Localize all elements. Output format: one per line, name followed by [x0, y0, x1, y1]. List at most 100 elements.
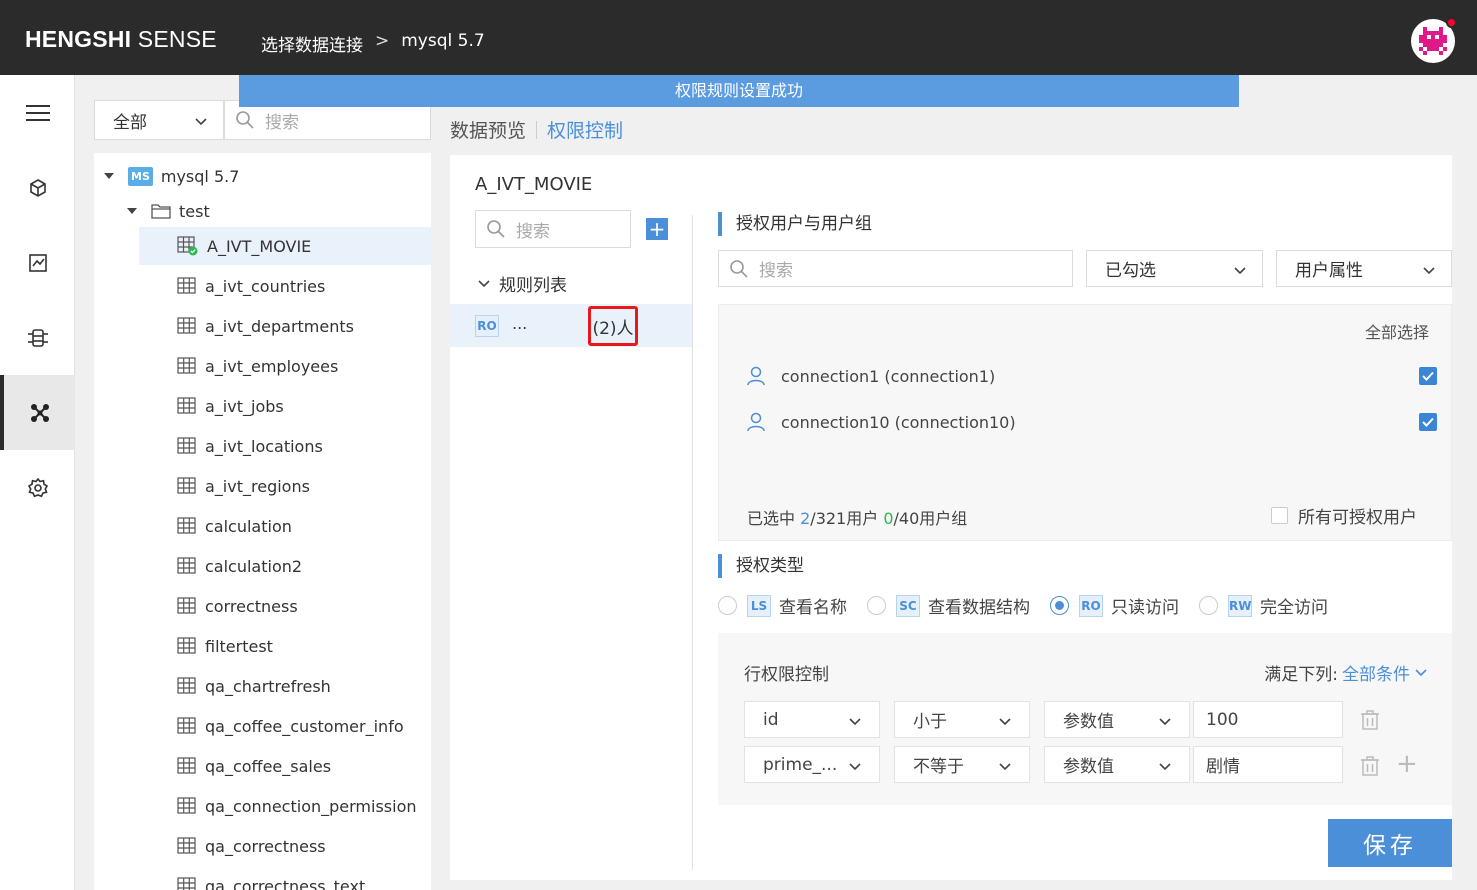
table-icon [177, 357, 197, 375]
condition-value-type-select[interactable]: 参数值 [1044, 701, 1190, 738]
tree-node-table[interactable]: qa_coffee_customer_info [177, 707, 404, 745]
tree-node-table[interactable]: qa_chartrefresh [177, 667, 331, 705]
tree-node-table[interactable]: a_ivt_employees [177, 347, 338, 385]
tree-node-table[interactable]: calculation [177, 507, 292, 545]
trash-icon[interactable] [1359, 709, 1381, 731]
type-label: 查看数据结构 [928, 598, 1030, 618]
type-option-ro[interactable]: RO 只读访问 [1050, 593, 1179, 618]
radio-button[interactable] [1199, 596, 1218, 615]
left-rail [0, 75, 75, 890]
tree-node-table-selected[interactable]: A_IVT_MOVIE [139, 227, 431, 265]
add-condition-plus-icon[interactable]: + [1396, 751, 1418, 777]
table-title: A_IVT_MOVIE [475, 174, 593, 195]
rail-menu[interactable] [0, 75, 75, 150]
tree-node-table[interactable]: a_ivt_regions [177, 467, 310, 505]
rule-list-header[interactable]: 规则列表 [477, 271, 567, 296]
type-option-ls[interactable]: LS 查看名称 [718, 593, 847, 618]
type-option-rw[interactable]: RW 完全访问 [1199, 593, 1328, 618]
condition-mode-select[interactable]: 满足下列: 全部条件 [1264, 660, 1428, 685]
condition-field-select[interactable]: id [744, 701, 880, 738]
save-button[interactable]: 保存 [1328, 819, 1452, 867]
radio-button-selected[interactable] [1050, 596, 1069, 615]
tab-permission-control[interactable]: 权限控制 [547, 116, 623, 143]
rail-datasets[interactable] [0, 300, 75, 375]
rail-connections[interactable] [0, 375, 75, 450]
chevron-down-icon [1159, 718, 1171, 726]
user-checkbox-checked[interactable] [1419, 413, 1437, 431]
table-icon [177, 317, 197, 335]
condition-operator-select[interactable]: 不等于 [894, 746, 1030, 783]
tree-node-table[interactable]: a_ivt_departments [177, 307, 354, 345]
avatar[interactable] [1411, 17, 1457, 63]
condition-field-select[interactable]: prime_... [744, 746, 880, 783]
scope-filter-value: 全部 [113, 112, 147, 133]
tab-data-preview[interactable]: 数据预览 [450, 116, 526, 143]
trash-icon[interactable] [1359, 755, 1381, 777]
checked-filter-select[interactable]: 已勾选 [1086, 250, 1263, 287]
tree-node-connection[interactable]: MS mysql 5.7 [104, 157, 239, 195]
select-all-link[interactable]: 全部选择 [1365, 319, 1429, 343]
all-authorizable-users-option[interactable]: 所有可授权用户 [1271, 503, 1417, 528]
type-option-sc[interactable]: SC 查看数据结构 [867, 593, 1030, 618]
tree-node-table[interactable]: qa_coffee_sales [177, 747, 331, 785]
user-row[interactable]: connection1 (connection1) [747, 362, 1437, 390]
tree-node-table[interactable]: a_ivt_jobs [177, 387, 284, 425]
radio-button[interactable] [718, 596, 737, 615]
user-search-placeholder: 搜索 [759, 261, 793, 281]
tree-node-table[interactable]: calculation2 [177, 547, 302, 585]
rule-search-placeholder: 搜索 [516, 221, 550, 242]
type-badge: SC [896, 594, 920, 617]
tree-node-table[interactable]: qa_connection_permission [177, 787, 417, 825]
type-label: 查看名称 [779, 598, 847, 618]
user-row[interactable]: connection10 (connection10) [747, 408, 1437, 436]
connection-label: mysql 5.7 [160, 166, 240, 186]
rule-search-input[interactable]: 搜索 [475, 210, 631, 248]
tree-node-table[interactable]: a_ivt_locations [177, 427, 323, 465]
user-attribute-select[interactable]: 用户属性 [1276, 250, 1452, 287]
user-search-input[interactable]: 搜索 [718, 250, 1073, 287]
condition-operator-select[interactable]: 小于 [894, 701, 1030, 738]
chevron-down-icon [1234, 267, 1246, 275]
breadcrumb-item-select-connection[interactable]: 选择数据连接 [261, 31, 363, 56]
condition-value-input[interactable]: 100 [1193, 701, 1343, 738]
user-checkbox-checked[interactable] [1419, 367, 1437, 385]
scope-filter-select[interactable]: 全部 [94, 100, 224, 140]
type-badge: RW [1228, 594, 1252, 617]
cube-icon [29, 178, 46, 197]
tree-node-table[interactable]: filtertest [177, 627, 273, 665]
type-badge: LS [747, 594, 771, 617]
selection-summary: 已选中 2/321用户 0/40用户组 [747, 509, 968, 528]
search-icon [487, 220, 505, 238]
tree-search-placeholder: 搜索 [265, 112, 299, 133]
tree-node-table[interactable]: correctness [177, 587, 298, 625]
brand-logo[interactable]: HENGSHI SENSE [25, 26, 217, 53]
tree-node-table[interactable]: qa_correctness_text [177, 867, 365, 890]
table-tree: MS mysql 5.7 test A_IVT_MOVIE a_ivt_coun… [94, 153, 431, 890]
table-label: qa_connection_permission [205, 796, 417, 816]
expand-caret-icon[interactable] [104, 173, 114, 179]
rule-item[interactable]: RO ... (2)人 [450, 304, 692, 347]
chevron-down-icon [1423, 267, 1435, 275]
check-icon [1422, 371, 1434, 381]
condition-value-type-select[interactable]: 参数值 [1044, 746, 1190, 783]
radio-button[interactable] [867, 596, 886, 615]
search-icon [236, 111, 254, 129]
user-list-box: 全部选择 connection1 (connection1) connectio… [718, 304, 1452, 541]
tree-node-table[interactable]: qa_correctness [177, 827, 326, 865]
chevron-down-icon [1159, 763, 1171, 771]
rail-data-package[interactable] [0, 150, 75, 225]
view-tabs: 数据预览 权限控制 [450, 116, 623, 143]
tree-node-table[interactable]: a_ivt_countries [177, 267, 325, 305]
notification-dot [1446, 17, 1457, 28]
table-label: a_ivt_locations [205, 436, 323, 456]
condition-value-input[interactable]: 剧情 [1193, 746, 1343, 783]
add-rule-button[interactable]: + [646, 218, 668, 240]
chevron-down-icon [849, 763, 861, 771]
all-users-checkbox[interactable] [1271, 507, 1288, 524]
tree-node-folder[interactable]: test [127, 192, 210, 230]
rail-charts[interactable] [0, 225, 75, 300]
rule-name: ... [512, 314, 528, 333]
user-icon [747, 412, 765, 432]
rail-settings[interactable] [0, 450, 75, 525]
expand-caret-icon[interactable] [127, 208, 137, 214]
